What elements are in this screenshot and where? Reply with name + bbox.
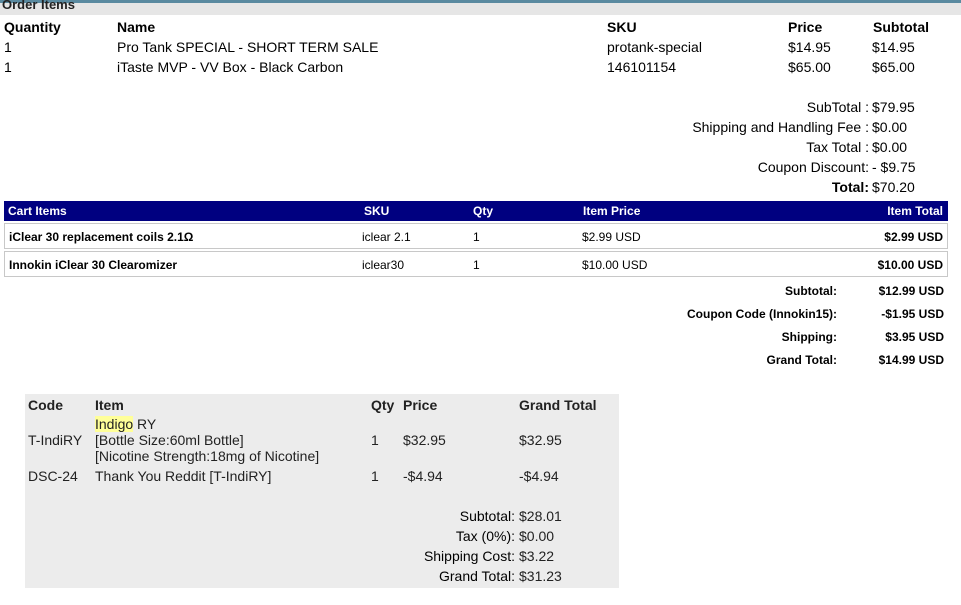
order-item-name: iTaste MVP - VV Box - Black Carbon <box>117 59 344 75</box>
item-name: Thank You Reddit [T-IndiRY] <box>95 468 272 484</box>
cart-items-header: Cart Items SKU Qty Item Price Item Total <box>4 201 948 221</box>
cart-item-qty: 1 <box>473 258 480 272</box>
col-header-sku: SKU <box>607 19 637 35</box>
cart-subtotal-label: Subtotal: <box>785 284 837 298</box>
order-tax-label: Tax Total : <box>806 139 869 155</box>
code-tax-label: Tax (0%): <box>455 528 515 544</box>
code-tax-value: $0.00 <box>519 528 555 544</box>
cart-item-price: $10.00 USD <box>582 258 648 272</box>
cart-item-price: $2.99 USD <box>582 230 641 244</box>
order-item-sku: 146101154 <box>607 59 677 75</box>
order-tax-value: $0.00 <box>872 139 908 155</box>
cart-item-name: Innokin iClear 30 Clearomizer <box>9 258 178 272</box>
item-name-highlight: Indigo <box>95 416 134 432</box>
cart-grand-total-value: $14.99 USD <box>878 353 944 367</box>
order-items-title: Order Items <box>2 0 75 12</box>
item-qty: 1 <box>371 432 379 448</box>
cart-item-total: $2.99 USD <box>884 230 943 244</box>
cart-coupon-label: Coupon Code (Innokin15): <box>687 307 837 321</box>
cart-item-qty: 1 <box>473 230 480 244</box>
code-shipping-value: $3.22 <box>519 548 555 564</box>
order-coupon-label: Coupon Discount: <box>757 159 869 175</box>
code-shipping-label: Shipping Cost: <box>423 548 515 564</box>
col-header-price: Price <box>788 19 823 35</box>
col-header-item: Item <box>95 397 124 413</box>
cart-subtotal-value: $12.99 USD <box>878 284 944 298</box>
order-coupon-value: - $9.75 <box>872 159 916 175</box>
order-items-header-bar <box>0 3 961 15</box>
order-shipping-label: Shipping and Handling Fee : <box>692 119 869 135</box>
col-header-name: Name <box>117 19 156 35</box>
item-option: [Bottle Size:60ml Bottle] <box>95 432 244 448</box>
col-header-grand-total: Grand Total <box>519 397 597 413</box>
cart-item-sku: iclear 2.1 <box>362 230 411 244</box>
col-header-sku: SKU <box>364 204 390 218</box>
col-header-item-total: Item Total <box>887 204 943 218</box>
col-header-code: Code <box>28 397 63 413</box>
order-item-price: $14.95 <box>788 39 831 55</box>
cart-item-total: $10.00 USD <box>877 258 943 272</box>
code-subtotal-label: Subtotal: <box>459 508 515 524</box>
cart-coupon-value: -$1.95 USD <box>881 307 944 321</box>
code-grand-total-value: $31.23 <box>519 568 562 584</box>
cart-row: iClear 30 replacement coils 2.1Ω iclear … <box>4 223 948 249</box>
item-code: T-IndiRY <box>28 432 83 448</box>
col-header-qty: Qty <box>473 204 494 218</box>
item-grand-total: $32.95 <box>519 432 562 448</box>
cart-item-sku: iclear30 <box>362 258 405 272</box>
item-price: -$4.94 <box>403 468 443 484</box>
cart-row: Innokin iClear 30 Clearomizer iclear30 1… <box>4 251 948 277</box>
order-item-quantity: 1 <box>4 59 12 75</box>
order-total-label: Total: <box>831 179 869 195</box>
order-item-sku: protank-special <box>607 39 702 55</box>
cart-shipping-value: $3.95 USD <box>885 330 944 344</box>
cart-item-name: iClear 30 replacement coils 2.1Ω <box>9 230 194 244</box>
item-name: Indigo RY <box>95 416 156 432</box>
order-shipping-value: $0.00 <box>872 119 908 135</box>
col-header-item-price: Item Price <box>583 204 641 218</box>
col-header-quantity: Quantity <box>4 19 61 35</box>
order-total-value: $70.20 <box>872 179 915 195</box>
order-item-quantity: 1 <box>4 39 12 55</box>
col-header-subtotal: Subtotal <box>873 19 929 35</box>
order-item-name: Pro Tank SPECIAL - SHORT TERM SALE <box>117 39 379 55</box>
order-item-price: $65.00 <box>788 59 831 75</box>
item-grand-total: -$4.94 <box>519 468 559 484</box>
col-header-cart-items: Cart Items <box>8 204 67 218</box>
cart-grand-total-label: Grand Total: <box>766 353 837 367</box>
item-name-rest: RY <box>133 416 157 432</box>
item-price: $32.95 <box>403 432 446 448</box>
col-header-price: Price <box>403 397 438 413</box>
order-item-subtotal: $65.00 <box>872 59 915 75</box>
cart-shipping-label: Shipping: <box>781 330 837 344</box>
item-option: [Nicotine Strength:18mg of Nicotine] <box>95 448 320 464</box>
order-subtotal-label: SubTotal : <box>806 99 869 115</box>
order-item-subtotal: $14.95 <box>872 39 915 55</box>
item-code: DSC-24 <box>28 468 78 484</box>
code-subtotal-value: $28.01 <box>519 508 562 524</box>
code-grand-total-label: Grand Total: <box>438 568 515 584</box>
item-qty: 1 <box>371 468 379 484</box>
order-subtotal-value: $79.95 <box>872 99 915 115</box>
col-header-qty: Qty <box>371 397 395 413</box>
